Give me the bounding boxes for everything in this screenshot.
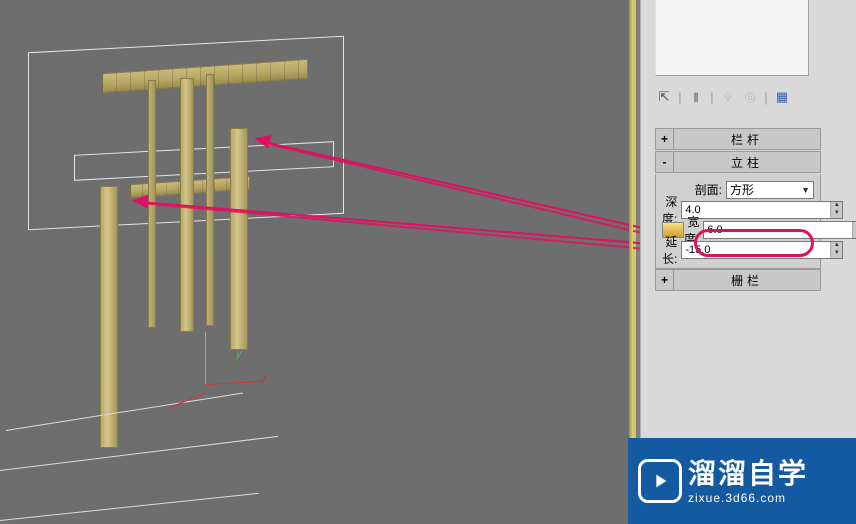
annotation-highlight [694, 229, 814, 257]
axis-y-label: y [236, 348, 242, 360]
rollout-title: 栅栏 [674, 272, 820, 289]
chevron-down-icon: ▼ [801, 185, 810, 195]
preview-thumbnail [655, 0, 809, 76]
spin-up-icon[interactable]: ▲ [831, 202, 842, 210]
post-left-tall [100, 186, 118, 448]
watermark-title: 溜溜自学 [688, 457, 808, 491]
axis-z [168, 393, 205, 409]
toolbar-separator: | [709, 88, 715, 106]
scene-3d: x y [0, 0, 633, 524]
ground-line [6, 392, 243, 431]
watermark-sub: zixue.3d66.com [688, 491, 808, 505]
rollout-fence[interactable]: + 栅栏 [655, 269, 821, 291]
spin-down-icon[interactable]: ▼ [831, 210, 842, 218]
rollout-title: 立柱 [674, 154, 820, 171]
panel-toolbar: ⇱ | ‖ | ⩒ ◎ | ▦ [655, 88, 823, 106]
toolbar-separator: | [763, 88, 769, 106]
rollout-toggle[interactable]: + [656, 129, 674, 149]
annotation-arrow [140, 201, 712, 250]
rollout-railing[interactable]: + 栏杆 [655, 128, 821, 150]
profile-value: 方形 [730, 181, 754, 198]
axis-y [205, 332, 206, 384]
profile-label: 剖面: [686, 181, 726, 198]
pause-icon[interactable]: ‖ [687, 88, 705, 106]
rollout-post[interactable]: - 立柱 [655, 151, 821, 173]
axis-x-label: x [262, 372, 268, 384]
arrowhead [132, 193, 149, 208]
arrowhead [253, 131, 272, 148]
rollout-title: 栏杆 [674, 131, 820, 148]
ground-line [0, 436, 278, 471]
spin-up-icon[interactable]: ▲ [831, 242, 842, 250]
viewport-3d[interactable]: x y [0, 0, 636, 524]
axis-x [205, 381, 263, 385]
rollout-toggle[interactable]: + [656, 270, 674, 290]
depth-input[interactable] [682, 202, 830, 218]
toolbar-separator: | [677, 88, 683, 106]
rollout-toggle[interactable]: - [656, 152, 674, 172]
depth-spinner[interactable]: ▲▼ [681, 201, 843, 219]
key-icon[interactable]: ⩒ [719, 88, 737, 106]
profile-dropdown[interactable]: 方形 ▼ [726, 181, 814, 199]
grid-icon[interactable]: ▦ [773, 88, 791, 106]
pin-icon[interactable]: ⇱ [655, 88, 673, 106]
post-inner-3 [206, 74, 214, 326]
ground-line [0, 493, 259, 521]
extend-label: 延长: [662, 233, 681, 267]
circle-icon[interactable]: ◎ [741, 88, 759, 106]
play-logo-icon [638, 459, 682, 503]
spin-down-icon[interactable]: ▼ [831, 250, 842, 258]
post-right-tall [230, 128, 248, 350]
watermark: 溜溜自学 zixue.3d66.com [628, 438, 856, 524]
